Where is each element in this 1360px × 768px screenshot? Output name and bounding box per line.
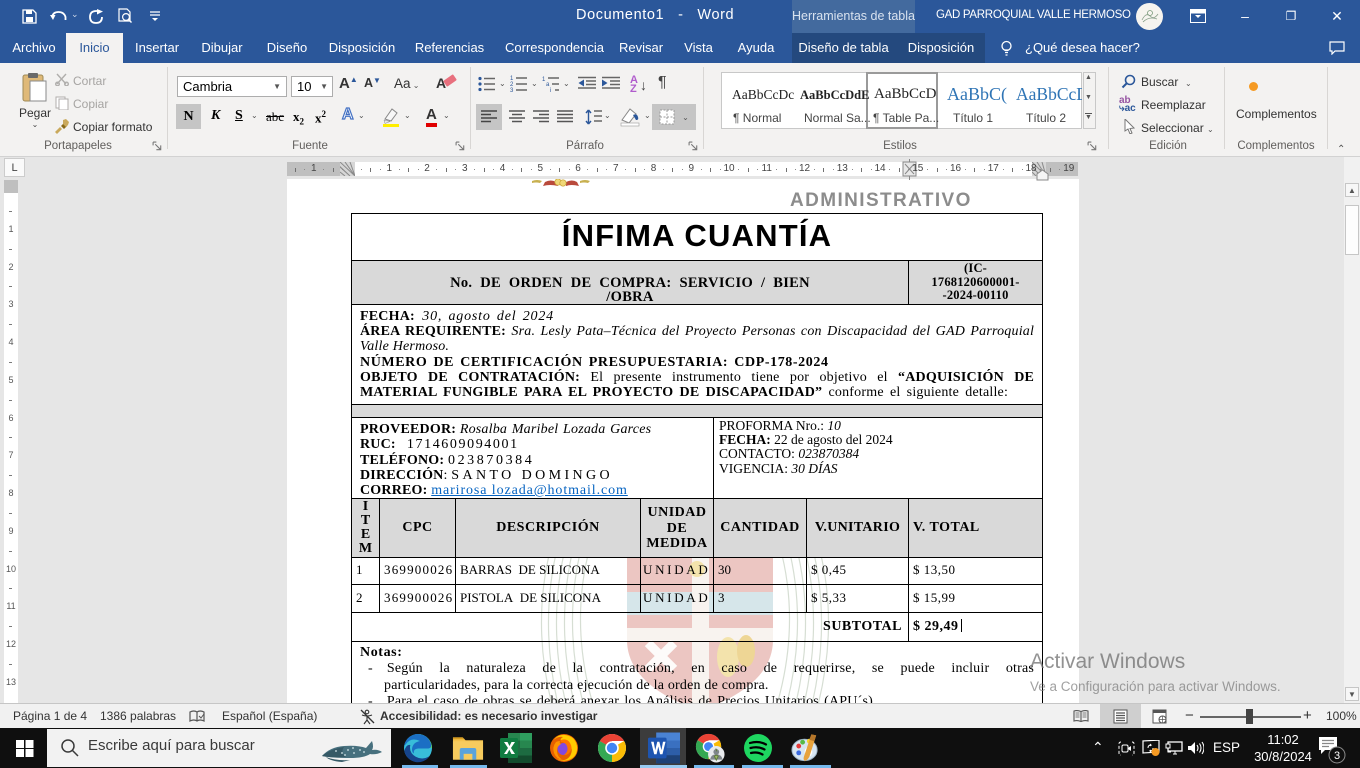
svg-text:i: i — [550, 88, 551, 92]
svg-text:3: 3 — [1334, 750, 1340, 762]
svg-text:3: 3 — [510, 88, 514, 92]
